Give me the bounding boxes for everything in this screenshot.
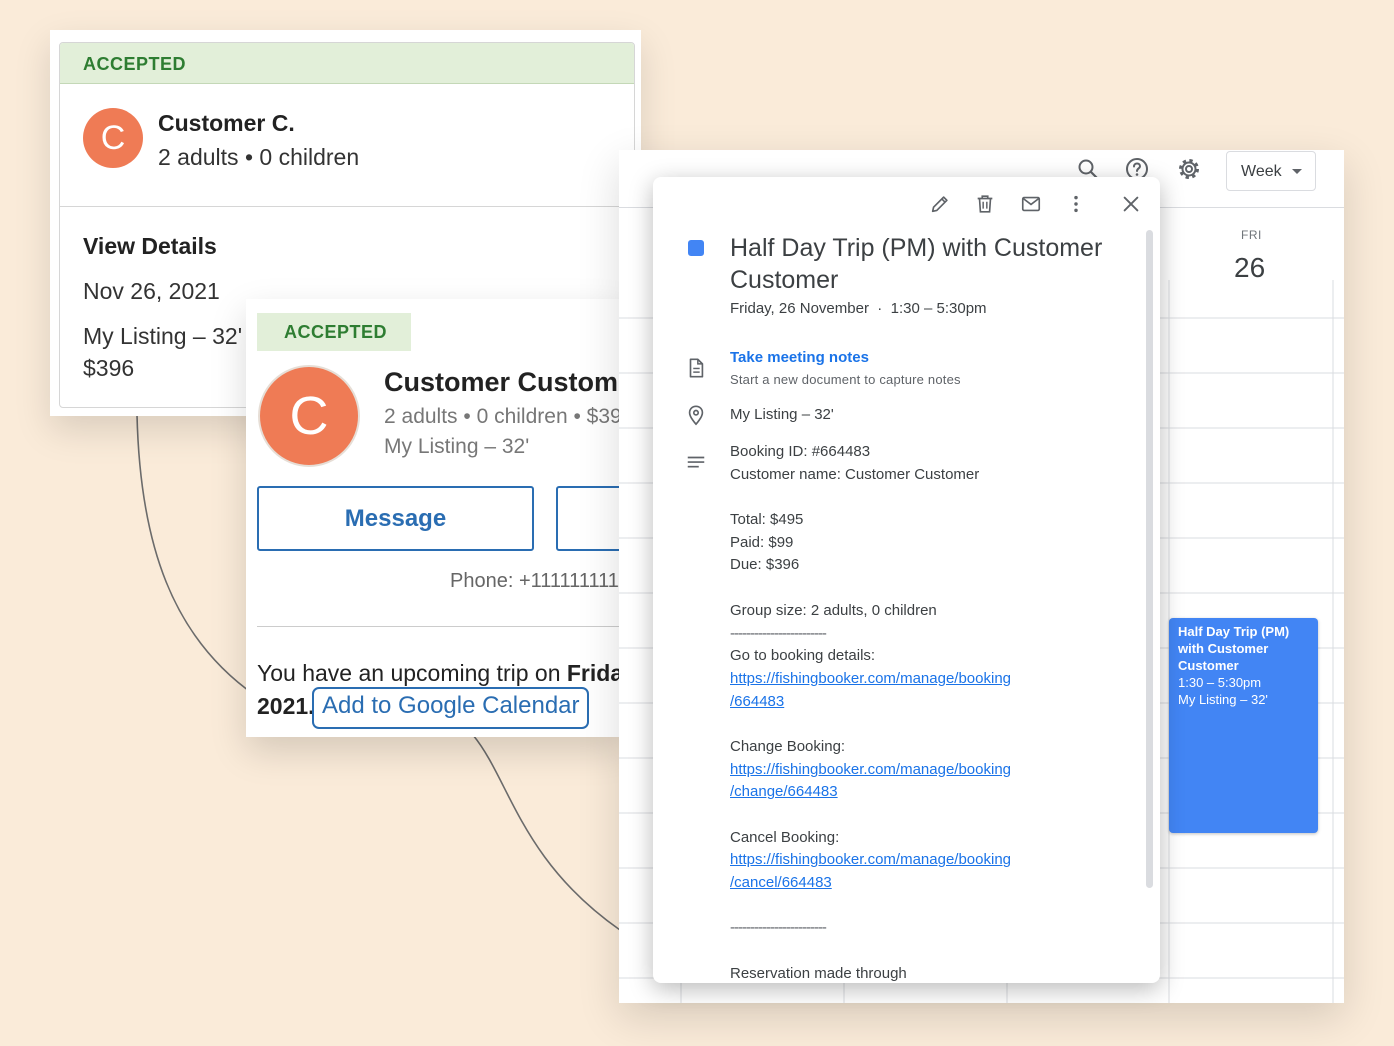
divider [257, 626, 626, 627]
cancel-booking-link[interactable]: /cancel/664483 [730, 874, 832, 891]
booking-details-link[interactable]: https://fishingbooker.com/manage/booking [730, 670, 1011, 687]
description-icon [687, 456, 705, 468]
more-icon[interactable] [1065, 193, 1087, 215]
divider [60, 206, 634, 207]
view-selector-dropdown[interactable]: Week [1226, 151, 1316, 191]
delete-icon[interactable] [974, 193, 996, 215]
take-meeting-notes-link[interactable]: Take meeting notes [730, 349, 869, 366]
scrollbar[interactable] [1146, 230, 1153, 888]
change-booking-label: Change Booking: [730, 737, 846, 755]
booking-details-link[interactable]: /664483 [730, 693, 784, 710]
upcoming-trip-text: You have an upcoming trip on Friday [257, 660, 626, 687]
avatar: C [83, 108, 143, 168]
change-booking-link[interactable]: /change/664483 [730, 783, 838, 800]
add-to-google-calendar-link[interactable]: Add to Google Calendar [312, 687, 589, 729]
email-detail-card: ACCEPTED C Customer Customer 2 adults • … [246, 299, 626, 737]
status-badge: ACCEPTED [60, 43, 634, 84]
calendar-event[interactable]: Half Day Trip (PM) with Customer Custome… [1169, 618, 1318, 833]
guest-count: 2 adults • 0 children [158, 144, 360, 170]
due-amount: Due: $396 [730, 556, 800, 574]
event-time: 1:30 – 5:30pm [1178, 675, 1262, 690]
cancel-booking-link[interactable]: https://fishingbooker.com/manage/booking [730, 851, 1011, 868]
upcoming-day: Friday [566, 660, 626, 686]
change-booking-link[interactable]: https://fishingbooker.com/manage/booking [730, 761, 1011, 778]
close-icon[interactable] [1120, 193, 1142, 215]
connector-line [472, 734, 621, 931]
upcoming-year: 2021. [257, 693, 315, 719]
customer-name: Customer Customer [384, 367, 626, 397]
customer-name: Customer name: Customer Customer [730, 465, 980, 483]
upcoming-text: You have an upcoming trip on [257, 660, 567, 686]
event-details-popup: Half Day Trip (PM) with Customer Custome… [653, 177, 1160, 983]
secondary-button[interactable] [556, 486, 626, 551]
location-pin-icon [688, 405, 704, 426]
reservation-note: Reservation made through [730, 964, 907, 982]
event-date: Friday, 26 November [730, 300, 869, 317]
settings-icon[interactable] [1177, 157, 1201, 181]
view-selector-label: Week [1241, 163, 1282, 180]
event-location: My Listing – 32' [1178, 692, 1268, 707]
chevron-down-icon [1292, 169, 1302, 174]
listing-name: My Listing – 32' [83, 323, 243, 349]
avatar: C [258, 365, 360, 467]
day-label: FRI [1241, 228, 1262, 242]
email-icon[interactable] [1020, 193, 1042, 215]
meeting-notes-subtitle: Start a new document to capture notes [730, 372, 961, 387]
trip-price: $396 [83, 355, 135, 381]
event-title: Half Day Trip (PM) with Customer Custome… [1178, 624, 1290, 673]
event-location: My Listing – 32' [730, 406, 834, 423]
event-date-time: Friday, 26 November · 1:30 – 5:30pm [730, 300, 987, 317]
customer-name: Customer C. [158, 110, 295, 136]
connector-line [136, 414, 263, 701]
edit-icon[interactable] [929, 193, 951, 215]
phone-number: Phone: +11111111111 [450, 570, 626, 592]
day-number[interactable]: 26 [1234, 252, 1265, 284]
separator: ------------------------ [730, 919, 827, 937]
separator: ------------------------ [730, 624, 827, 642]
paid-amount: Paid: $99 [730, 533, 794, 551]
event-title: Half Day Trip (PM) with Customer Custome… [730, 234, 1103, 294]
group-size: Group size: 2 adults, 0 children [730, 601, 937, 619]
booking-id: Booking ID: #664483 [730, 443, 871, 460]
total-amount: Total: $495 [730, 511, 804, 529]
event-time: 1:30 – 5:30pm [890, 300, 987, 317]
guest-summary: 2 adults • 0 children • $396 [384, 405, 626, 428]
cancel-booking-label: Cancel Booking: [730, 828, 840, 846]
document-icon [689, 358, 704, 378]
event-description: Booking ID: #664483 Customer name: Custo… [730, 441, 1130, 983]
message-button[interactable]: Message [257, 486, 534, 551]
status-badge: ACCEPTED [257, 313, 411, 351]
view-details-heading[interactable]: View Details [83, 233, 217, 260]
trip-date: Nov 26, 2021 [83, 278, 220, 304]
booking-details-label: Go to booking details: [730, 647, 876, 665]
event-color-icon [688, 240, 704, 256]
listing-name: My Listing – 32' [384, 435, 530, 458]
